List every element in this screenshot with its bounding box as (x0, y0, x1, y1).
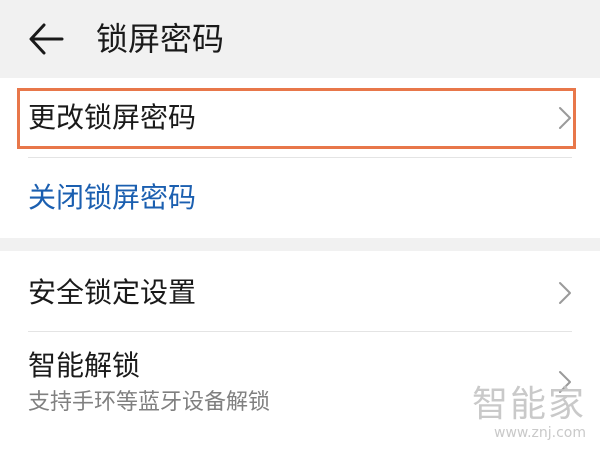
chevron-right-icon (559, 282, 571, 304)
watermark: 智能家 www.znj.com (471, 384, 586, 442)
security-lock-settings-item[interactable]: 安全锁定设置 (0, 251, 600, 331)
disable-lock-password-item[interactable]: 关闭锁屏密码 (0, 158, 600, 238)
smart-unlock-subtitle: 支持手环等蓝牙设备解锁 (28, 390, 271, 415)
security-lock-settings-label: 安全锁定设置 (28, 276, 197, 309)
page-title: 锁屏密码 (96, 20, 225, 58)
password-options-card: 更改锁屏密码 关闭锁屏密码 (0, 78, 600, 238)
watermark-url: www.znj.com (494, 425, 586, 441)
smart-unlock-label: 智能解锁 (28, 349, 141, 382)
title-bar: 锁屏密码 (0, 0, 600, 78)
change-lock-password-label: 更改锁屏密码 (28, 101, 197, 134)
chevron-right-icon (559, 107, 571, 129)
watermark-logo-text: 智能家 (471, 384, 586, 425)
back-arrow-icon[interactable] (28, 22, 64, 56)
disable-lock-password-label: 关闭锁屏密码 (28, 181, 197, 214)
change-lock-password-item[interactable]: 更改锁屏密码 (0, 78, 600, 157)
